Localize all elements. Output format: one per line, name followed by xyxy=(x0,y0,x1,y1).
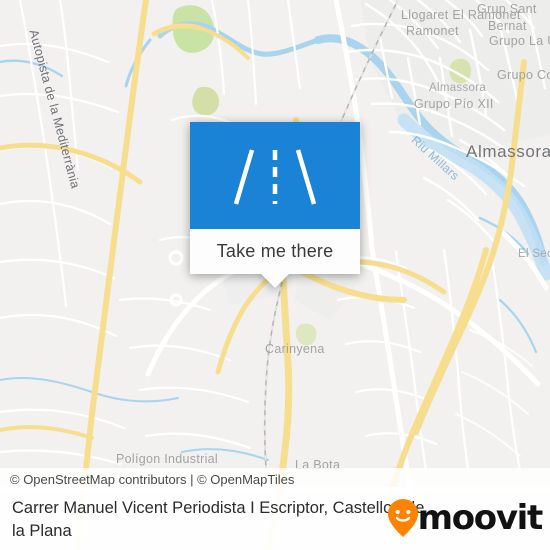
moovit-smiley-pin-icon xyxy=(387,499,418,537)
take-me-there-button[interactable]: Take me there xyxy=(190,229,360,274)
moovit-wordmark: moovit xyxy=(417,498,544,538)
callout-pointer xyxy=(260,273,290,288)
moovit-logo: moovit xyxy=(386,498,544,538)
callout-illustration xyxy=(190,122,360,229)
footer-bar: Carrer Manuel Vicent Periodista I Escrip… xyxy=(0,487,550,550)
moovit-map-screenshot: Llogaret El Ramonet Ramonet Grup Sant Be… xyxy=(0,0,550,550)
road-icon xyxy=(233,149,317,205)
attribution-text: © OpenStreetMap contributors | © OpenMap… xyxy=(10,471,295,487)
take-me-there-callout[interactable]: Take me there xyxy=(190,122,360,288)
location-title: Carrer Manuel Vicent Periodista I Escrip… xyxy=(12,499,425,540)
take-me-there-label: Take me there xyxy=(216,241,334,261)
